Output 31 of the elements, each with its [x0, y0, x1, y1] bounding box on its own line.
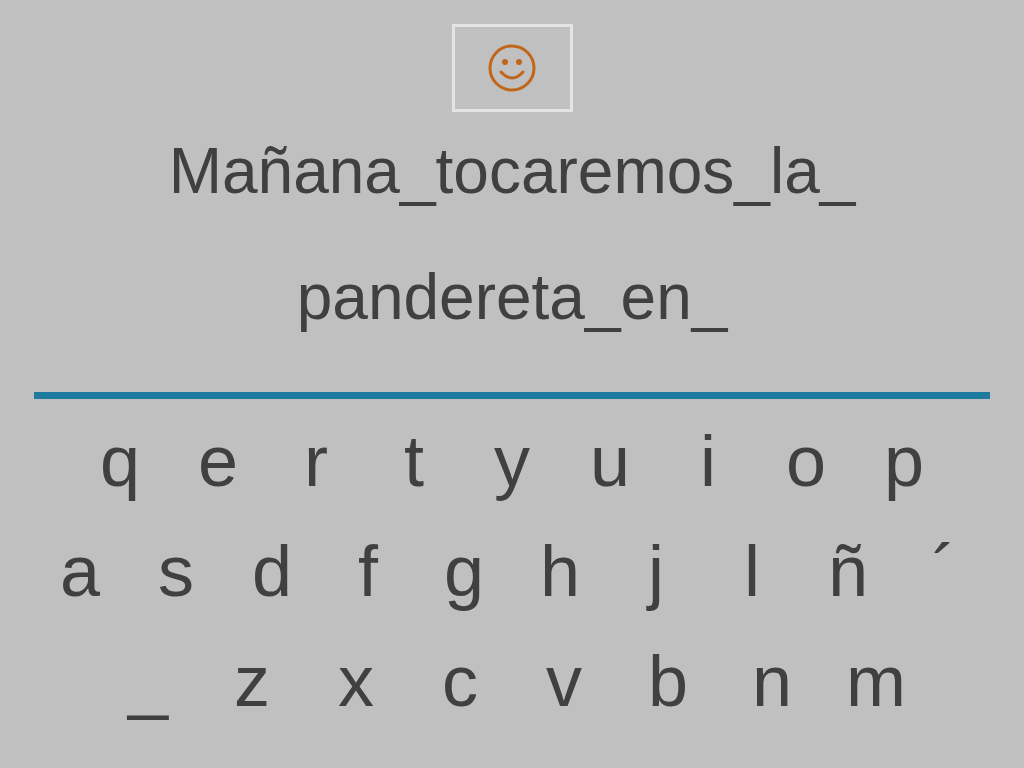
- letter-key[interactable]: a: [32, 531, 128, 611]
- letter-key[interactable]: _: [96, 641, 200, 721]
- letter-key[interactable]: o: [757, 421, 855, 501]
- letter-key[interactable]: g: [416, 531, 512, 611]
- letter-key[interactable]: i: [659, 421, 757, 501]
- letter-key[interactable]: v: [512, 641, 616, 721]
- letter-key[interactable]: n: [720, 641, 824, 721]
- sentence-line: pandereta_en_: [296, 260, 728, 335]
- letter-key[interactable]: s: [128, 531, 224, 611]
- letter-key[interactable]: m: [824, 641, 928, 721]
- sentence-line: Mañana_tocaremos_la_: [168, 134, 856, 209]
- letter-key[interactable]: y: [463, 421, 561, 501]
- letter-key[interactable]: t: [365, 421, 463, 501]
- letter-key[interactable]: j: [608, 531, 704, 611]
- smiley-icon: [487, 43, 537, 93]
- letter-key[interactable]: f: [320, 531, 416, 611]
- letter-key[interactable]: e: [169, 421, 267, 501]
- letter-key[interactable]: ñ: [800, 531, 896, 611]
- letter-key[interactable]: u: [561, 421, 659, 501]
- letter-key[interactable]: l: [704, 531, 800, 611]
- letter-key[interactable]: x: [304, 641, 408, 721]
- letter-key[interactable]: r: [267, 421, 365, 501]
- smiley-button[interactable]: [451, 24, 573, 112]
- letter-key[interactable]: b: [616, 641, 720, 721]
- letter-key[interactable]: c: [408, 641, 512, 721]
- letter-key[interactable]: q: [71, 421, 169, 501]
- letter-key[interactable]: d: [224, 531, 320, 611]
- letter-key[interactable]: z: [200, 641, 304, 721]
- letter-key[interactable]: p: [855, 421, 953, 501]
- letter-key[interactable]: h: [512, 531, 608, 611]
- letter-key[interactable]: ´: [896, 531, 992, 611]
